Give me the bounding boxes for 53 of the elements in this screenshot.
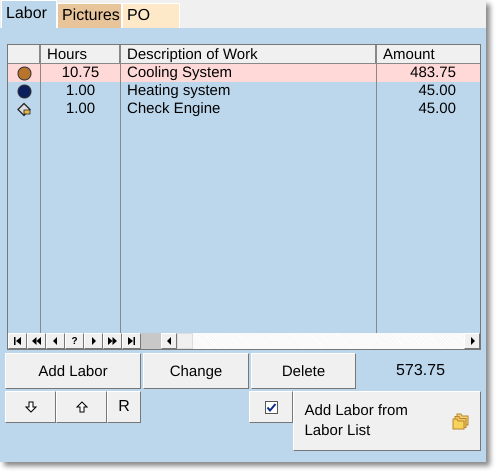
bar-triangle-icon bbox=[13, 337, 22, 345]
table-cell: 1.00 bbox=[41, 100, 121, 118]
bar-triangle-icon bbox=[127, 337, 136, 345]
next-button[interactable] bbox=[84, 333, 103, 349]
table-cell: Check Engine bbox=[121, 100, 377, 118]
horizontal-scrollbar[interactable] bbox=[161, 333, 480, 349]
help-button[interactable]: ? bbox=[65, 333, 84, 349]
table-cell: Heating system bbox=[121, 82, 377, 100]
checkbox[interactable] bbox=[248, 391, 294, 423]
add-from-list-button[interactable]: Add Labor from Labor List bbox=[293, 391, 481, 451]
tag-icon bbox=[16, 102, 32, 116]
triangle-icon bbox=[166, 337, 172, 345]
r-button[interactable]: R bbox=[107, 391, 141, 423]
move-up-button[interactable] bbox=[56, 391, 107, 423]
checkmark-icon bbox=[264, 400, 278, 414]
table-cell: 1.00 bbox=[41, 82, 121, 100]
double-triangle-icon bbox=[32, 337, 41, 345]
tab[interactable]: PO bbox=[122, 3, 180, 28]
delete-button[interactable]: Delete bbox=[251, 353, 356, 389]
double-triangle-icon bbox=[108, 337, 117, 345]
column-header[interactable]: Description of Work bbox=[121, 45, 377, 64]
table-row[interactable]: 10.75 Cooling System 483.75 bbox=[8, 64, 480, 82]
scroll-left-button[interactable] bbox=[161, 333, 177, 349]
table-cell-text: 45.00 bbox=[417, 100, 457, 118]
scroll-thumb[interactable] bbox=[177, 333, 193, 349]
column-header bbox=[8, 45, 41, 64]
nextpage-button[interactable] bbox=[103, 333, 122, 349]
prev-button[interactable] bbox=[46, 333, 65, 349]
tab[interactable]: Labor bbox=[1, 0, 57, 28]
triangle-icon bbox=[89, 337, 98, 345]
folders-icon bbox=[452, 412, 470, 430]
add-labor-button[interactable]: Add Labor bbox=[5, 353, 141, 389]
triangle-icon bbox=[470, 337, 474, 345]
last-button[interactable] bbox=[122, 333, 141, 349]
triangle-icon bbox=[51, 337, 60, 345]
table-cell: Cooling System bbox=[121, 64, 377, 82]
table-row[interactable]: 1.00 Check Engine 45.00 bbox=[8, 100, 480, 118]
table-cell-text: 45.00 bbox=[417, 82, 457, 100]
move-down-button[interactable] bbox=[5, 391, 56, 423]
first-button[interactable] bbox=[8, 333, 27, 349]
table-cell: 10.75 bbox=[41, 64, 121, 82]
prevpage-button[interactable] bbox=[27, 333, 46, 349]
total-amount: 573.75 bbox=[395, 361, 446, 381]
tab[interactable]: Pictures bbox=[57, 3, 122, 28]
table-cell-text: 483.75 bbox=[409, 64, 457, 82]
navigator-spacer bbox=[141, 333, 161, 349]
table-row[interactable]: 1.00 Heating system 45.00 bbox=[8, 82, 480, 100]
scroll-right-button[interactable] bbox=[464, 333, 480, 349]
column-header[interactable]: Amount bbox=[377, 45, 480, 64]
arrow-down-icon bbox=[24, 401, 36, 413]
change-button[interactable]: Change bbox=[143, 353, 249, 389]
column-header[interactable]: Hours bbox=[41, 45, 121, 64]
arrow-up-icon bbox=[76, 401, 88, 413]
